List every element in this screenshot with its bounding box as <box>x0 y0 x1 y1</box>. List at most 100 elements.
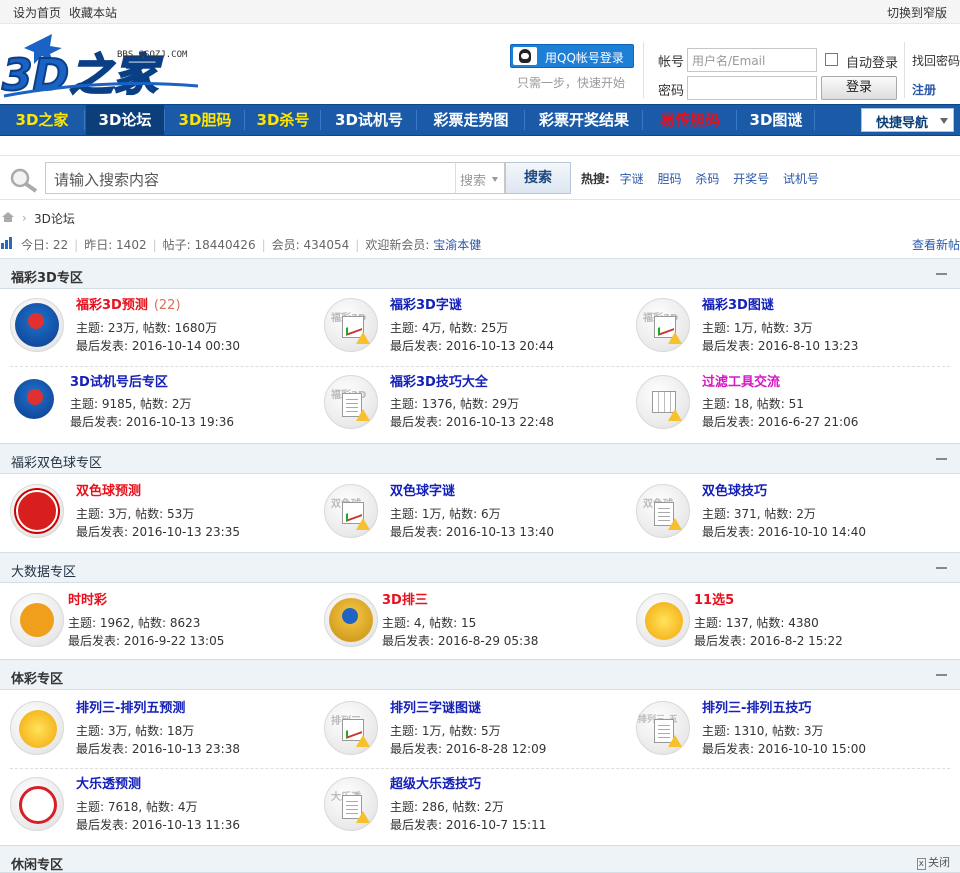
forum-icon: 福彩3D <box>324 375 378 429</box>
forum-item[interactable]: 11选5 主题: 137, 帖数: 4380 最后发表: 2016-8-2 15… <box>636 587 946 651</box>
forum-icon: 福彩3D <box>636 298 690 352</box>
forum-icon <box>10 298 64 352</box>
register-link[interactable]: 注册 <box>912 81 936 98</box>
forum-last-post: 最后发表: 2016-10-10 14:40 <box>702 525 866 539</box>
nav-item-3dshahao[interactable]: 3D杀号 <box>246 105 320 135</box>
search-bar: 请输入搜索内容 搜索 搜索 热搜: 字谜 胆码 杀码 开奖号 试机号 <box>0 155 960 200</box>
account-input[interactable]: 用户名/Email <box>687 48 817 72</box>
forum-title[interactable]: 3D试机号后专区 <box>70 371 168 390</box>
row-divider <box>10 366 950 367</box>
site-logo[interactable]: 3D之家 BBS.SSQZJ.COM <box>0 34 200 104</box>
nav-item-3dhome[interactable]: 3D之家 <box>0 105 84 135</box>
nav-separator <box>244 110 245 130</box>
forum-item[interactable]: 福彩3D 福彩3D图谜 主题: 1万, 帖数: 3万 最后发表: 2016-8-… <box>636 292 946 356</box>
hot-search-link[interactable]: 开奖号 <box>733 172 769 186</box>
collapse-icon[interactable] <box>936 674 947 676</box>
forum-title[interactable]: 时时彩 <box>68 589 107 608</box>
switch-width-link[interactable]: 切换到窄版 <box>887 4 947 21</box>
forum-item[interactable]: 双色球预测 主题: 3万, 帖数: 53万 最后发表: 2016-10-13 2… <box>10 478 310 542</box>
password-input[interactable] <box>687 76 817 100</box>
forum-title[interactable]: 福彩3D技巧大全 <box>390 371 488 390</box>
forum-item[interactable]: 双色球 双色球字谜 主题: 1万, 帖数: 6万 最后发表: 2016-10-1… <box>324 478 624 542</box>
forum-title[interactable]: 3D排三 <box>382 589 428 608</box>
logo-graphic: 3D之家 <box>1 34 199 102</box>
forum-item[interactable]: 排列三 排列三字谜图谜 主题: 1万, 帖数: 5万 最后发表: 2016-8-… <box>324 695 624 759</box>
forum-icon: 福彩3D <box>324 298 378 352</box>
forum-icon <box>636 593 690 647</box>
forum-last-post: 最后发表: 2016-10-10 15:00 <box>702 742 866 756</box>
section-header[interactable]: 休闲专区 x 关闭 <box>0 845 960 873</box>
forum-title[interactable]: 双色球技巧 <box>702 480 767 499</box>
forum-item[interactable]: 双色球 双色球技巧 主题: 371, 帖数: 2万 最后发表: 2016-10-… <box>636 478 946 542</box>
forum-item[interactable]: 福彩3D 福彩3D字谜 主题: 4万, 帖数: 25万 最后发表: 2016-1… <box>324 292 624 356</box>
forum-title[interactable]: 排列三字谜图谜 <box>390 697 481 716</box>
forum-title[interactable]: 超级大乐透技巧 <box>390 773 481 792</box>
search-input[interactable]: 请输入搜索内容 <box>45 162 455 194</box>
hot-searches: 热搜: 字谜 胆码 杀码 开奖号 试机号 <box>581 170 829 187</box>
forum-title[interactable]: 双色球字谜 <box>390 480 455 499</box>
forum-title[interactable]: 11选5 <box>694 589 734 608</box>
quick-nav-button[interactable]: 快捷导航 <box>861 108 954 132</box>
forum-item[interactable]: 大乐透预测 主题: 7618, 帖数: 4万 最后发表: 2016-10-13 … <box>10 771 310 835</box>
breadcrumb-current[interactable]: 3D论坛 <box>34 210 75 227</box>
forum-title[interactable]: 福彩3D图谜 <box>702 294 774 313</box>
close-section-button[interactable]: x 关闭 <box>916 854 950 870</box>
forum-item[interactable]: 3D试机号后专区 主题: 9185, 帖数: 2万 最后发表: 2016-10-… <box>10 369 310 433</box>
search-button[interactable]: 搜索 <box>505 162 571 194</box>
nav-item-yichuan[interactable]: 易传胆码 <box>644 105 736 135</box>
nav-item-results[interactable]: 彩票开奖结果 <box>526 105 642 135</box>
forum-title[interactable]: 双色球预测 <box>76 480 141 499</box>
forum-item[interactable]: 福彩3D预测 (22) 主题: 23万, 帖数: 1680万 最后发表: 2016… <box>10 292 310 356</box>
forum-title[interactable]: 排列三-排列五预测 <box>76 697 185 716</box>
forum-item[interactable]: 时时彩 主题: 1962, 帖数: 8623 最后发表: 2016-9-22 1… <box>10 587 310 651</box>
forum-item[interactable]: 过滤工具交流 主题: 18, 帖数: 51 最后发表: 2016-6-27 21… <box>636 369 946 433</box>
qq-login-button[interactable]: 用QQ帐号登录 <box>510 44 634 68</box>
section-header[interactable]: 福彩3D专区 <box>0 258 960 289</box>
view-new-posts-link[interactable]: 查看新帖 <box>912 236 960 253</box>
hot-search-link[interactable]: 试机号 <box>783 172 819 186</box>
hot-search-link[interactable]: 字谜 <box>620 172 644 186</box>
account-label: 帐号 <box>658 55 685 70</box>
nav-separator <box>84 110 85 130</box>
forum-item[interactable]: 福彩3D 福彩3D技巧大全 主题: 1376, 帖数: 29万 最后发表: 20… <box>324 369 624 433</box>
forum-stats-text: 主题: 3万, 帖数: 53万 <box>76 507 195 521</box>
collapse-icon[interactable] <box>936 273 947 275</box>
forum-title[interactable]: 过滤工具交流 <box>702 371 780 390</box>
hot-search-link[interactable]: 杀码 <box>695 172 719 186</box>
forum-item[interactable]: 排列三-五 排列三-排列五技巧 主题: 1310, 帖数: 3万 最后发表: 2… <box>636 695 946 759</box>
forum-title[interactable]: 福彩3D预测 (22) <box>76 294 181 313</box>
nav-item-3dtumi[interactable]: 3D图谜 <box>738 105 814 135</box>
forum-icon: 双色球 <box>636 484 690 538</box>
section-title: 休闲专区 <box>11 858 64 873</box>
forum-item[interactable]: 排列三-排列五预测 主题: 3万, 帖数: 18万 最后发表: 2016-10-… <box>10 695 310 759</box>
forum-last-post: 最后发表: 2016-10-13 23:38 <box>76 742 240 756</box>
header: 3D之家 BBS.SSQZJ.COM 用QQ帐号登录 只需一步，快速开始 帐号 … <box>0 24 960 104</box>
find-password-link[interactable]: 找回密码 <box>912 52 960 69</box>
forum-item[interactable]: 3D排三 主题: 4, 帖数: 15 最后发表: 2016-8-29 05:38 <box>324 587 624 651</box>
forum-title[interactable]: 大乐透预测 <box>76 773 141 792</box>
nav-item-3ddanma[interactable]: 3D胆码 <box>166 105 244 135</box>
chevron-down-icon <box>492 177 498 182</box>
auto-login-checkbox[interactable] <box>825 53 838 66</box>
new-member-link[interactable]: 宝渝本健 <box>433 238 481 252</box>
nav-item-3dforum[interactable]: 3D论坛 <box>86 105 164 135</box>
collapse-icon[interactable] <box>936 458 947 460</box>
nav-item-3dshijihao[interactable]: 3D试机号 <box>322 105 416 135</box>
forum-item[interactable]: 大乐透 超级大乐透技巧 主题: 286, 帖数: 2万 最后发表: 2016-1… <box>324 771 624 835</box>
login-button[interactable]: 登录 <box>821 76 897 100</box>
home-icon[interactable] <box>1 211 15 223</box>
section-header[interactable]: 体彩专区 <box>0 659 960 690</box>
hot-search-link[interactable]: 胆码 <box>657 172 681 186</box>
section-header[interactable]: 大数据专区 <box>0 552 960 583</box>
forum-title[interactable]: 福彩3D字谜 <box>390 294 462 313</box>
search-icon <box>10 168 38 193</box>
nav-item-trend[interactable]: 彩票走势图 <box>418 105 524 135</box>
forum-title[interactable]: 排列三-排列五技巧 <box>702 697 811 716</box>
search-type-select[interactable]: 搜索 <box>455 162 505 194</box>
set-home-link[interactable]: 设为首页 <box>13 6 61 20</box>
divider <box>904 42 905 98</box>
collapse-icon[interactable] <box>936 567 947 569</box>
favorite-link[interactable]: 收藏本站 <box>69 6 117 20</box>
section-header[interactable]: 福彩双色球专区 <box>0 443 960 474</box>
forum-last-post: 最后发表: 2016-8-10 13:23 <box>702 339 859 353</box>
